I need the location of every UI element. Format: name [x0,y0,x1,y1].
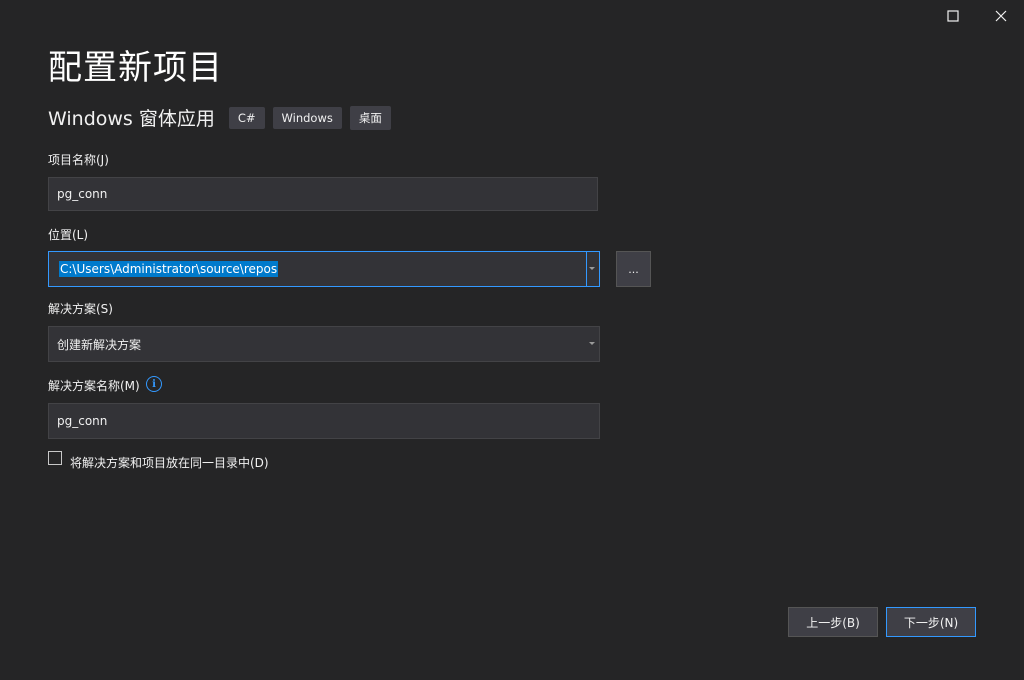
maximize-button[interactable] [942,5,964,27]
solution-name-value: pg_conn [57,414,108,428]
solution-value: 创建新解决方案 [57,337,142,352]
location-dropdown-button[interactable] [585,252,599,286]
chevron-down-icon [589,342,595,345]
location-value: C:\Users\Administrator\source\repos [59,261,279,277]
project-name-input[interactable]: pg_conn [48,177,598,211]
next-label: 下一步(N) [903,615,959,630]
project-name-value: pg_conn [57,187,108,201]
back-button[interactable]: 上一步(B) [788,607,878,637]
same-directory-checkbox[interactable] [48,451,62,465]
info-icon[interactable]: i [146,376,162,392]
same-directory-label[interactable]: 将解决方案和项目放在同一目录中(D) [70,454,269,471]
chevron-down-icon [589,267,595,270]
browse-label: ... [628,262,639,276]
solution-label: 解决方案(S) [48,302,113,316]
next-button[interactable]: 下一步(N) [886,607,976,637]
back-label: 上一步(B) [806,615,860,630]
tag-platform: Windows [272,106,342,129]
page-title: 配置新项目 [48,48,223,88]
maximize-icon [947,10,959,22]
tag-language: C# [228,106,265,129]
project-name-label: 项目名称(J) [48,153,109,167]
template-name: Windows 窗体应用 [48,108,215,130]
solution-dropdown-button[interactable] [585,327,599,361]
browse-button[interactable]: ... [616,251,651,287]
solution-select[interactable]: 创建新解决方案 [48,326,600,362]
location-label: 位置(L) [48,228,89,242]
solution-name-label: 解决方案名称(M) [48,379,140,393]
solution-name-input[interactable]: pg_conn [48,403,600,439]
template-header: Windows 窗体应用 C# Windows 桌面 [48,104,399,131]
close-icon [995,10,1007,22]
tag-project-type: 桌面 [349,105,391,130]
location-combobox[interactable]: C:\Users\Administrator\source\repos [48,251,600,287]
close-button[interactable] [990,5,1012,27]
